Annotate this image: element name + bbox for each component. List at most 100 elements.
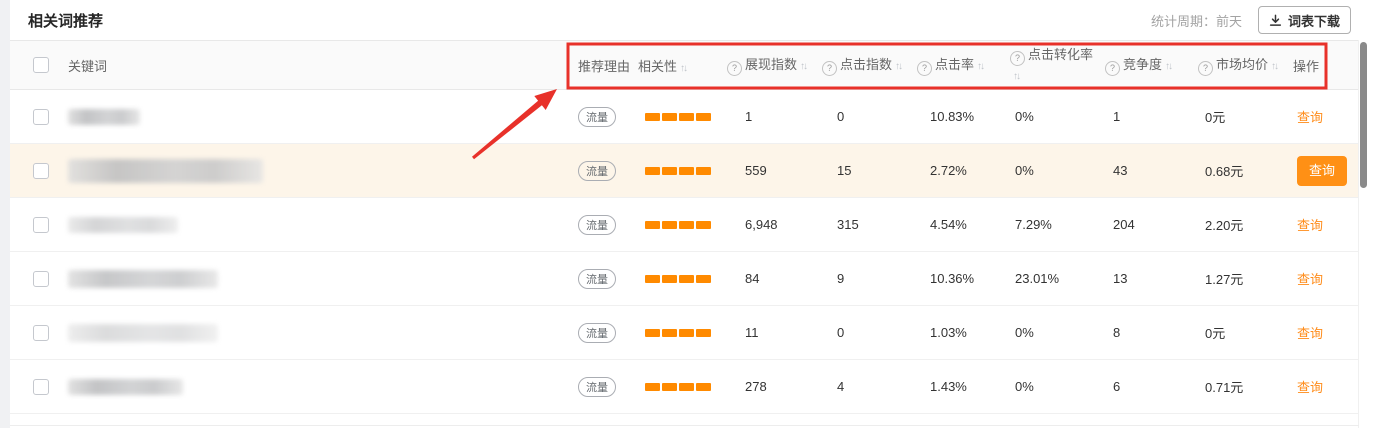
relevance-bars <box>645 329 713 337</box>
keyword-redacted-blur <box>68 379 183 395</box>
table-row: 流量 1 0 10.83% 0% 1 0元 查询 <box>10 90 1359 144</box>
vertical-scrollbar-thumb[interactable] <box>1360 42 1367 188</box>
column-label: 市场均价 <box>1216 57 1268 72</box>
table-row: 流量 11 0 1.03% 0% 8 0元 查询 <box>10 306 1359 360</box>
help-icon[interactable]: ? <box>1105 61 1120 76</box>
cell-click-index: 0 <box>812 109 907 124</box>
cell-cvr: 0% <box>1002 163 1097 178</box>
cell-click-index: 15 <box>812 163 907 178</box>
download-button-label: 词表下载 <box>1288 11 1340 30</box>
reason-badge: 流量 <box>578 215 616 235</box>
cell-ctr: 2.72% <box>907 163 1002 178</box>
cell-cvr: 23.01% <box>1002 271 1097 286</box>
row-checkbox[interactable] <box>33 217 49 233</box>
page-background-strip <box>0 0 10 428</box>
keyword-redacted-blur <box>68 159 263 183</box>
reason-badge: 流量 <box>578 161 616 181</box>
column-header-market-price[interactable]: ?市场均价↑↓ <box>1190 54 1283 76</box>
cell-click-index: 315 <box>812 217 907 232</box>
help-icon[interactable]: ? <box>1010 51 1025 66</box>
download-wordlist-button[interactable]: 词表下载 <box>1258 6 1351 34</box>
page-title: 相关词推荐 <box>28 10 103 31</box>
cell-ctr: 1.03% <box>907 325 1002 340</box>
cell-cvr: 0% <box>1002 379 1097 394</box>
reason-badge: 流量 <box>578 377 616 397</box>
cell-show-index: 1 <box>717 109 812 124</box>
cell-competition: 43 <box>1097 163 1190 178</box>
help-icon[interactable]: ? <box>727 61 742 76</box>
query-button[interactable]: 查询 <box>1297 156 1347 186</box>
cell-show-index: 11 <box>717 325 812 340</box>
cell-show-index: 559 <box>717 163 812 178</box>
keyword-redacted-blur <box>68 270 218 288</box>
help-icon[interactable]: ? <box>1198 61 1213 76</box>
cell-click-index: 9 <box>812 271 907 286</box>
cell-ctr: 1.43% <box>907 379 1002 394</box>
cell-ctr: 4.54% <box>907 217 1002 232</box>
cell-market-price: 0.68元 <box>1190 161 1283 180</box>
cell-cvr: 7.29% <box>1002 217 1097 232</box>
cell-ctr: 10.36% <box>907 271 1002 286</box>
cell-market-price: 2.20元 <box>1190 215 1283 234</box>
query-link[interactable]: 查询 <box>1297 218 1323 233</box>
help-icon[interactable]: ? <box>822 61 837 76</box>
column-label: 点击转化率 <box>1028 47 1093 62</box>
cell-click-index: 0 <box>812 325 907 340</box>
table-row: 流量 84 9 10.36% 23.01% 13 1.27元 查询 <box>10 252 1359 306</box>
panel-right-border <box>1358 40 1359 428</box>
cell-market-price: 0元 <box>1190 107 1283 126</box>
sort-icon[interactable]: ↑↓ <box>895 61 901 72</box>
query-link[interactable]: 查询 <box>1297 326 1323 341</box>
column-label: 操作 <box>1293 59 1319 74</box>
query-link[interactable]: 查询 <box>1297 272 1323 287</box>
row-checkbox[interactable] <box>33 109 49 125</box>
select-all-checkbox[interactable] <box>33 57 49 73</box>
help-icon[interactable]: ? <box>917 61 932 76</box>
cell-click-index: 4 <box>812 379 907 394</box>
query-link[interactable]: 查询 <box>1297 110 1323 125</box>
row-checkbox[interactable] <box>33 163 49 179</box>
column-header-click-index[interactable]: ?点击指数↑↓ <box>812 54 907 76</box>
column-label: 竞争度 <box>1123 57 1162 72</box>
column-header-relevance[interactable]: 相关性↑↓ <box>630 56 717 75</box>
sort-icon[interactable]: ↑↓ <box>800 61 806 72</box>
keyword-redacted-blur <box>68 109 140 125</box>
related-words-panel: 相关词推荐 统计周期：前天 词表下载 关键词 推荐理由 相 <box>10 0 1359 414</box>
sort-icon[interactable]: ↑↓ <box>680 63 686 74</box>
row-checkbox[interactable] <box>33 379 49 395</box>
column-header-competition[interactable]: ?竞争度↑↓ <box>1097 54 1190 76</box>
column-header-action: 操作 <box>1283 56 1349 75</box>
related-words-table: 关键词 推荐理由 相关性↑↓ ?展现指数↑↓ ?点击指数↑↓ ?点击率↑↓ ?点… <box>10 40 1359 414</box>
cell-competition: 1 <box>1097 109 1190 124</box>
panel-header: 相关词推荐 统计周期：前天 词表下载 <box>10 0 1359 40</box>
sort-icon[interactable]: ↑↓ <box>1013 71 1019 82</box>
table-row: 流量 6,948 315 4.54% 7.29% 204 2.20元 查询 <box>10 198 1359 252</box>
row-checkbox[interactable] <box>33 271 49 287</box>
header-cell-select-all <box>10 57 58 73</box>
relevance-bars <box>645 383 713 391</box>
column-header-cvr[interactable]: ?点击转化率 ↑↓ <box>1002 46 1097 83</box>
column-header-show-index[interactable]: ?展现指数↑↓ <box>717 54 812 76</box>
column-label: 展现指数 <box>745 57 797 72</box>
cell-competition: 13 <box>1097 271 1190 286</box>
sort-icon[interactable]: ↑↓ <box>1165 61 1171 72</box>
cell-show-index: 84 <box>717 271 812 286</box>
cell-competition: 204 <box>1097 217 1190 232</box>
relevance-bars <box>645 113 713 121</box>
sort-icon[interactable]: ↑↓ <box>1271 61 1277 72</box>
table-row: 流量 278 4 1.43% 0% 6 0.71元 查询 <box>10 360 1359 414</box>
download-icon <box>1269 14 1282 27</box>
column-header-ctr[interactable]: ?点击率↑↓ <box>907 54 1002 76</box>
cell-ctr: 10.83% <box>907 109 1002 124</box>
sort-icon[interactable]: ↑↓ <box>977 61 983 72</box>
query-link[interactable]: 查询 <box>1297 380 1323 395</box>
cell-market-price: 0元 <box>1190 323 1283 342</box>
column-label: 关键词 <box>68 56 107 75</box>
cell-competition: 6 <box>1097 379 1190 394</box>
row-checkbox[interactable] <box>33 325 49 341</box>
table-header-row: 关键词 推荐理由 相关性↑↓ ?展现指数↑↓ ?点击指数↑↓ ?点击率↑↓ ?点… <box>10 41 1359 90</box>
cell-market-price: 1.27元 <box>1190 269 1283 288</box>
cell-cvr: 0% <box>1002 109 1097 124</box>
keyword-redacted-blur <box>68 324 218 342</box>
reason-badge: 流量 <box>578 323 616 343</box>
